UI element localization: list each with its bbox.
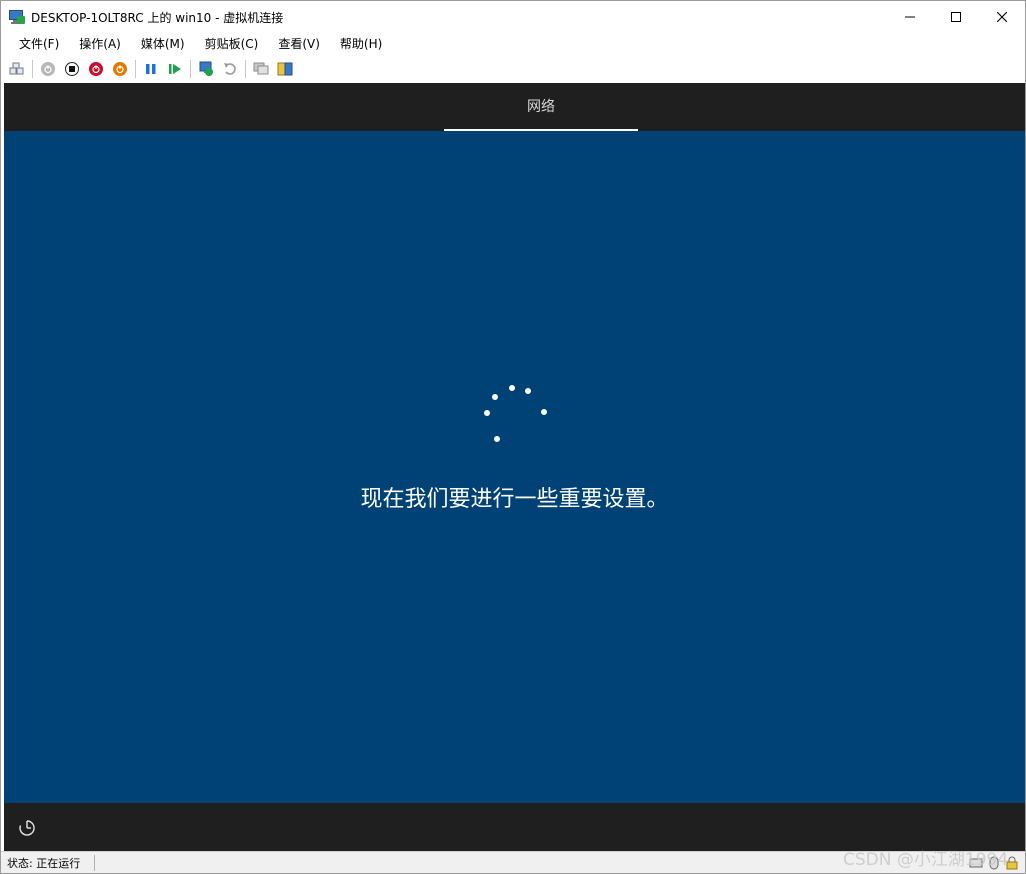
shutdown-button[interactable]: [86, 59, 106, 79]
menu-view[interactable]: 查看(V): [268, 33, 330, 55]
toolbar: [1, 56, 1025, 82]
share-icon: [277, 62, 293, 76]
vm-display[interactable]: 网络 现在我们要进行一些重要设置。: [4, 83, 1025, 851]
csdn-watermark: CSDN @小江湖1994: [843, 850, 1009, 870]
menu-help[interactable]: 帮助(H): [330, 33, 392, 55]
turn-off-icon: [65, 62, 79, 76]
menu-action[interactable]: 操作(A): [69, 33, 131, 55]
turn-off-button[interactable]: [62, 59, 82, 79]
title-bar: DESKTOP-1OLT8RC 上的 win10 - 虚拟机连接: [1, 1, 1025, 33]
setup-message: 现在我们要进行一些重要设置。: [360, 487, 669, 512]
menu-clipboard[interactable]: 剪贴板(C): [195, 33, 269, 55]
pause-button[interactable]: [141, 59, 161, 79]
spinner-dot: [492, 394, 498, 400]
tab-network-underline: [444, 129, 638, 131]
revert-button[interactable]: [220, 59, 240, 79]
resume-icon: [169, 64, 181, 74]
enhanced-session-icon: [253, 62, 269, 75]
minimize-button[interactable]: [887, 1, 933, 33]
maximize-button[interactable]: [933, 1, 979, 33]
spinner-dot: [509, 385, 515, 391]
status-text: 状态: 正在运行: [7, 857, 81, 870]
spinner-dot: [541, 409, 547, 415]
spinner-dot: [494, 436, 500, 442]
enhanced-session-button[interactable]: [251, 59, 271, 79]
menu-file[interactable]: 文件(F): [9, 33, 69, 55]
checkpoint-button[interactable]: [196, 59, 216, 79]
spinner-dot: [525, 388, 531, 394]
menu-media[interactable]: 媒体(M): [131, 33, 195, 55]
oobe-footer: [4, 803, 1025, 851]
tab-network[interactable]: 网络: [444, 83, 638, 131]
accessibility-icon[interactable]: [18, 819, 36, 837]
minimize-icon: [905, 16, 915, 18]
loading-spinner: [4, 83, 1025, 851]
resume-button[interactable]: [165, 59, 185, 79]
revert-icon: [224, 63, 236, 75]
save-icon: [113, 62, 127, 76]
vm-connection-app-icon: [9, 9, 25, 25]
ctrl-alt-del-button[interactable]: [7, 59, 27, 79]
close-icon: [997, 12, 1007, 22]
menu-bar: 文件(F) 操作(A) 媒体(M) 剪贴板(C) 查看(V) 帮助(H): [1, 33, 1025, 55]
share-button[interactable]: [275, 59, 295, 79]
vm-connection-window: DESKTOP-1OLT8RC 上的 win10 - 虚拟机连接 文件(F) 操…: [0, 0, 1026, 874]
ctrl-alt-del-icon: [9, 62, 24, 75]
checkpoint-icon: [199, 61, 213, 76]
maximize-icon: [951, 12, 961, 22]
close-button[interactable]: [979, 1, 1025, 33]
save-button[interactable]: [110, 59, 130, 79]
window-title: DESKTOP-1OLT8RC 上的 win10 - 虚拟机连接: [31, 10, 284, 25]
start-icon: [41, 62, 55, 76]
pause-icon: [146, 64, 156, 74]
start-button[interactable]: [38, 59, 58, 79]
status-separator: [94, 855, 95, 871]
shutdown-icon: [89, 62, 103, 76]
spinner-dot: [484, 410, 490, 416]
